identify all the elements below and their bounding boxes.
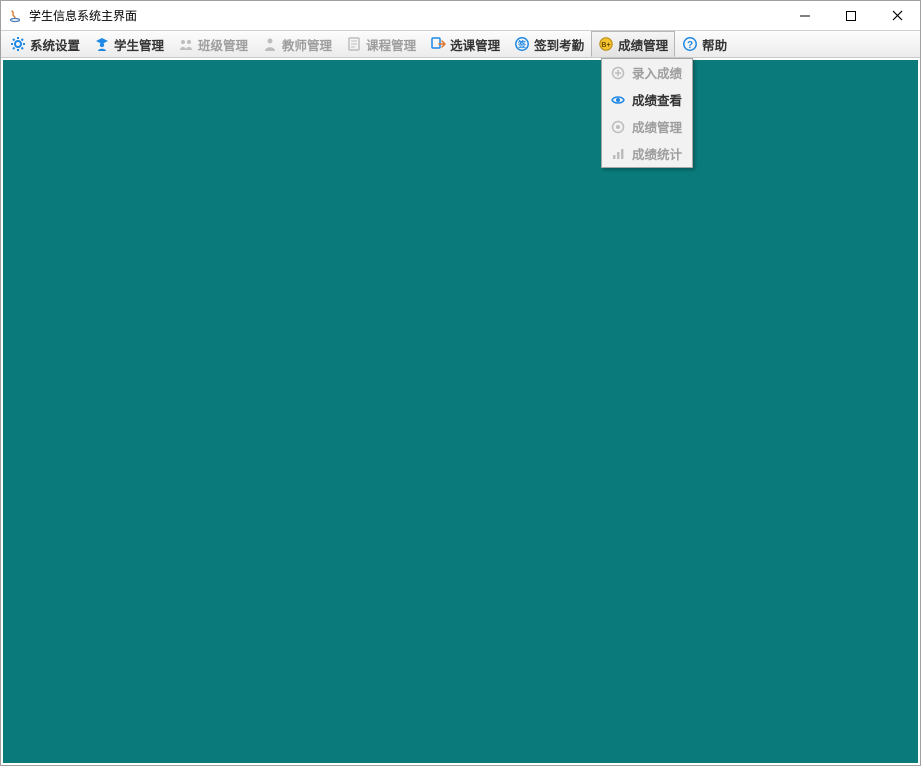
help-icon: ? (682, 36, 698, 52)
menu-system-settings[interactable]: 系统设置 (3, 31, 87, 57)
menu-bar: 系统设置 学生管理 班级管理 教师管理 课程管理 (1, 31, 920, 58)
java-app-icon (7, 8, 23, 24)
menu-help[interactable]: ? 帮助 (675, 31, 734, 57)
menu-attendance[interactable]: 签 签到考勤 (507, 31, 591, 57)
menu-label: 教师管理 (282, 35, 332, 54)
student-icon (94, 36, 110, 52)
menu-course-management[interactable]: 课程管理 (339, 31, 423, 57)
teacher-icon (262, 36, 278, 52)
eye-icon (610, 92, 626, 108)
chart-icon (610, 146, 626, 162)
select-course-icon (430, 36, 446, 52)
svg-text:签: 签 (517, 39, 527, 49)
grade-icon: B+ (598, 36, 614, 52)
dropdown-label: 成绩管理 (632, 117, 682, 136)
menu-label: 系统设置 (30, 35, 80, 54)
dropdown-label: 成绩统计 (632, 144, 682, 163)
menu-grade-management[interactable]: B+ 成绩管理 (591, 31, 675, 57)
menu-label: 帮助 (702, 35, 727, 54)
manage-icon (610, 119, 626, 135)
dropdown-stats-grade[interactable]: 成绩统计 (602, 140, 692, 167)
class-icon (178, 36, 194, 52)
dropdown-label: 录入成绩 (632, 63, 682, 82)
dropdown-label: 成绩查看 (632, 90, 682, 109)
menu-label: 签到考勤 (534, 35, 584, 54)
menu-label: 成绩管理 (618, 35, 668, 54)
app-window: 学生信息系统主界面 系统设置 学生管理 (0, 0, 921, 766)
dropdown-view-grade[interactable]: 成绩查看 (602, 86, 692, 113)
add-circle-icon (610, 65, 626, 81)
attendance-icon: 签 (514, 36, 530, 52)
maximize-button[interactable] (828, 1, 874, 30)
svg-text:B+: B+ (602, 42, 611, 49)
menu-label: 学生管理 (114, 35, 164, 54)
menu-teacher-management[interactable]: 教师管理 (255, 31, 339, 57)
menu-select-course[interactable]: 选课管理 (423, 31, 507, 57)
course-icon (346, 36, 362, 52)
menu-student-management[interactable]: 学生管理 (87, 31, 171, 57)
gear-icon (10, 36, 26, 52)
minimize-button[interactable] (782, 1, 828, 30)
menu-class-management[interactable]: 班级管理 (171, 31, 255, 57)
window-title: 学生信息系统主界面 (29, 7, 782, 24)
title-bar: 学生信息系统主界面 (1, 1, 920, 31)
menu-label: 班级管理 (198, 35, 248, 54)
close-button[interactable] (874, 1, 920, 30)
menu-label: 选课管理 (450, 35, 500, 54)
window-controls (782, 1, 920, 30)
svg-text:?: ? (687, 40, 693, 51)
content-area: 录入成绩 成绩查看 成绩管理 成绩统计 (3, 60, 918, 763)
dropdown-enter-grade[interactable]: 录入成绩 (602, 59, 692, 86)
menu-label: 课程管理 (366, 35, 416, 54)
dropdown-manage-grade[interactable]: 成绩管理 (602, 113, 692, 140)
grade-dropdown-menu: 录入成绩 成绩查看 成绩管理 成绩统计 (601, 58, 693, 168)
